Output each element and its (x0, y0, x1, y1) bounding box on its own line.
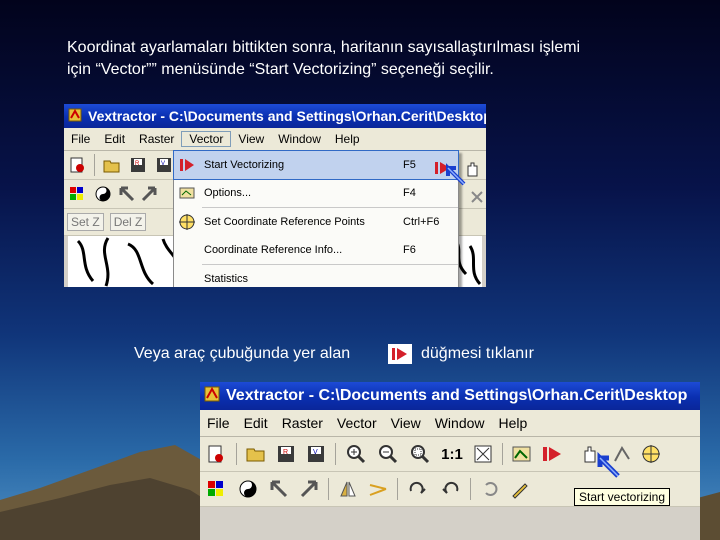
toolbar-separator (470, 478, 471, 500)
toolbar-separator (397, 478, 398, 500)
menu-view[interactable]: View (231, 132, 271, 146)
menu-option-label: Start Vectorizing (204, 159, 285, 171)
arrow-tool-2-icon[interactable] (138, 185, 160, 203)
yin-yang-icon[interactable] (232, 479, 264, 499)
mouse-pointer-icon (442, 162, 466, 191)
toolbar-separator (94, 154, 95, 176)
svg-text:V: V (161, 161, 165, 167)
new-file-icon[interactable] (64, 156, 90, 174)
secondary-text: Veya araç çubuğunda yer alan (134, 343, 350, 365)
menu-option-statistics[interactable]: Statistics (174, 265, 458, 287)
arrow-tool-icon[interactable] (116, 185, 138, 203)
toolbar-separator (236, 443, 237, 465)
options-icon[interactable] (507, 445, 537, 463)
zoom-out-icon[interactable] (372, 444, 404, 464)
hand-tool-icon[interactable] (464, 160, 480, 178)
rotate-cw-icon[interactable] (402, 479, 434, 499)
menu-edit[interactable]: Edit (237, 415, 275, 431)
menu-option-label: Coordinate Reference Info... (204, 244, 343, 256)
vextractor-window-1: Vextractor - C:\Documents and Settings\O… (64, 104, 486, 287)
menu-option-shortcut: Ctrl+F6 (403, 216, 440, 228)
menu-vector[interactable]: Vector (330, 415, 384, 431)
open-folder-icon[interactable] (241, 445, 271, 463)
crosshair-icon[interactable] (637, 444, 665, 464)
menu-bar-1: File Edit Raster Vector View Window Help (64, 128, 486, 151)
menu-option-label: Set Coordinate Reference Points (204, 216, 365, 228)
menu-option-options[interactable]: Options... F4 (174, 179, 458, 207)
window-title: Vextractor - C:\Documents and Settings\O… (88, 108, 486, 124)
zoom-in-icon[interactable] (340, 444, 372, 464)
menu-view[interactable]: View (384, 415, 428, 431)
vector-dropdown-menu: Start Vectorizing F5 Options... F4 Set C… (173, 150, 459, 287)
toolbar-2-row-1: R V 1:1 (200, 437, 700, 472)
menu-option-start-vectorizing[interactable]: Start Vectorizing F5 (173, 150, 459, 180)
save-raster-icon[interactable]: R (271, 445, 301, 463)
palette-icon[interactable] (200, 479, 232, 499)
menu-help[interactable]: Help (492, 415, 535, 431)
options-icon (174, 186, 200, 200)
window-title: Vextractor - C:\Documents and Settings\O… (226, 387, 688, 404)
toolbar-separator (328, 478, 329, 500)
intro-line-1: Koordinat ayarlamaları bittikten sonra, … (67, 39, 581, 56)
start-vectorizing-tooltip: Start vectorizing (574, 488, 671, 506)
mouse-pointer-icon (594, 451, 622, 485)
start-vectorizing-button[interactable] (537, 445, 567, 463)
menu-raster[interactable]: Raster (132, 132, 181, 146)
arrow-tool-2-icon[interactable] (294, 479, 324, 499)
svg-text:V: V (313, 449, 318, 456)
save-vector-icon[interactable]: V (301, 445, 331, 463)
intro-text: Koordinat ayarlamaları bittikten sonra, … (67, 37, 667, 81)
intro-line-2: için “Vector”” menüsünde “Start Vectoriz… (67, 61, 494, 78)
close-x-icon[interactable] (470, 190, 484, 204)
menu-help[interactable]: Help (328, 132, 367, 146)
svg-text:R: R (135, 161, 140, 167)
menu-file[interactable]: File (200, 415, 237, 431)
zoom-fit-icon[interactable] (468, 445, 498, 463)
title-bar-2: Vextractor - C:\Documents and Settings\O… (200, 382, 700, 410)
menu-option-coordinate-reference-info[interactable]: Coordinate Reference Info... F6 (174, 236, 458, 264)
secondary-after: düğmesi tıklanır (421, 345, 534, 362)
menu-option-shortcut: F6 (403, 244, 416, 256)
menu-raster[interactable]: Raster (275, 415, 330, 431)
title-bar-1: Vextractor - C:\Documents and Settings\O… (64, 104, 486, 128)
palette-icon[interactable] (64, 185, 90, 203)
menu-file[interactable]: File (64, 132, 97, 146)
undo-icon[interactable] (475, 479, 505, 499)
del-z-button[interactable]: Del Z (109, 213, 147, 231)
menu-bar-2: File Edit Raster Vector View Window Help (200, 410, 700, 437)
set-z-button[interactable]: Set Z (67, 213, 104, 231)
toolbar-separator (502, 443, 503, 465)
menu-option-label: Statistics (204, 273, 249, 285)
crosshair-icon (174, 213, 200, 231)
inline-start-vectorizing-icon (388, 344, 412, 364)
start-vectorizing-icon (174, 158, 200, 172)
menu-vector[interactable]: Vector (181, 131, 232, 147)
arrow-tool-icon[interactable] (264, 479, 294, 499)
menu-edit[interactable]: Edit (97, 132, 132, 146)
menu-window[interactable]: Window (428, 415, 492, 431)
secondary-after-text: düğmesi tıklanır (421, 343, 534, 365)
secondary-before: Veya araç çubuğunda yer alan (134, 345, 351, 362)
mirror-icon[interactable] (333, 479, 363, 499)
open-folder-icon[interactable] (99, 157, 125, 173)
app-icon (68, 108, 82, 125)
yin-yang-icon[interactable] (90, 185, 116, 203)
toolbar-separator (335, 443, 336, 465)
new-file-icon[interactable] (200, 444, 232, 464)
zoom-window-icon[interactable] (404, 444, 436, 464)
svg-text:R: R (283, 449, 288, 456)
pencil-icon[interactable] (505, 479, 535, 499)
save-raster-icon[interactable]: R (125, 157, 151, 173)
vextractor-window-2: Vextractor - C:\Documents and Settings\O… (200, 382, 700, 540)
menu-window[interactable]: Window (271, 132, 328, 146)
skew-icon[interactable] (363, 479, 393, 499)
app-icon (204, 386, 220, 407)
menu-option-set-coordinate-reference-points[interactable]: Set Coordinate Reference Points Ctrl+F6 (174, 208, 458, 236)
menu-option-label: Options... (204, 187, 252, 199)
zoom-1-1-button[interactable]: 1:1 (436, 446, 468, 463)
rotate-ccw-icon[interactable] (434, 479, 466, 499)
